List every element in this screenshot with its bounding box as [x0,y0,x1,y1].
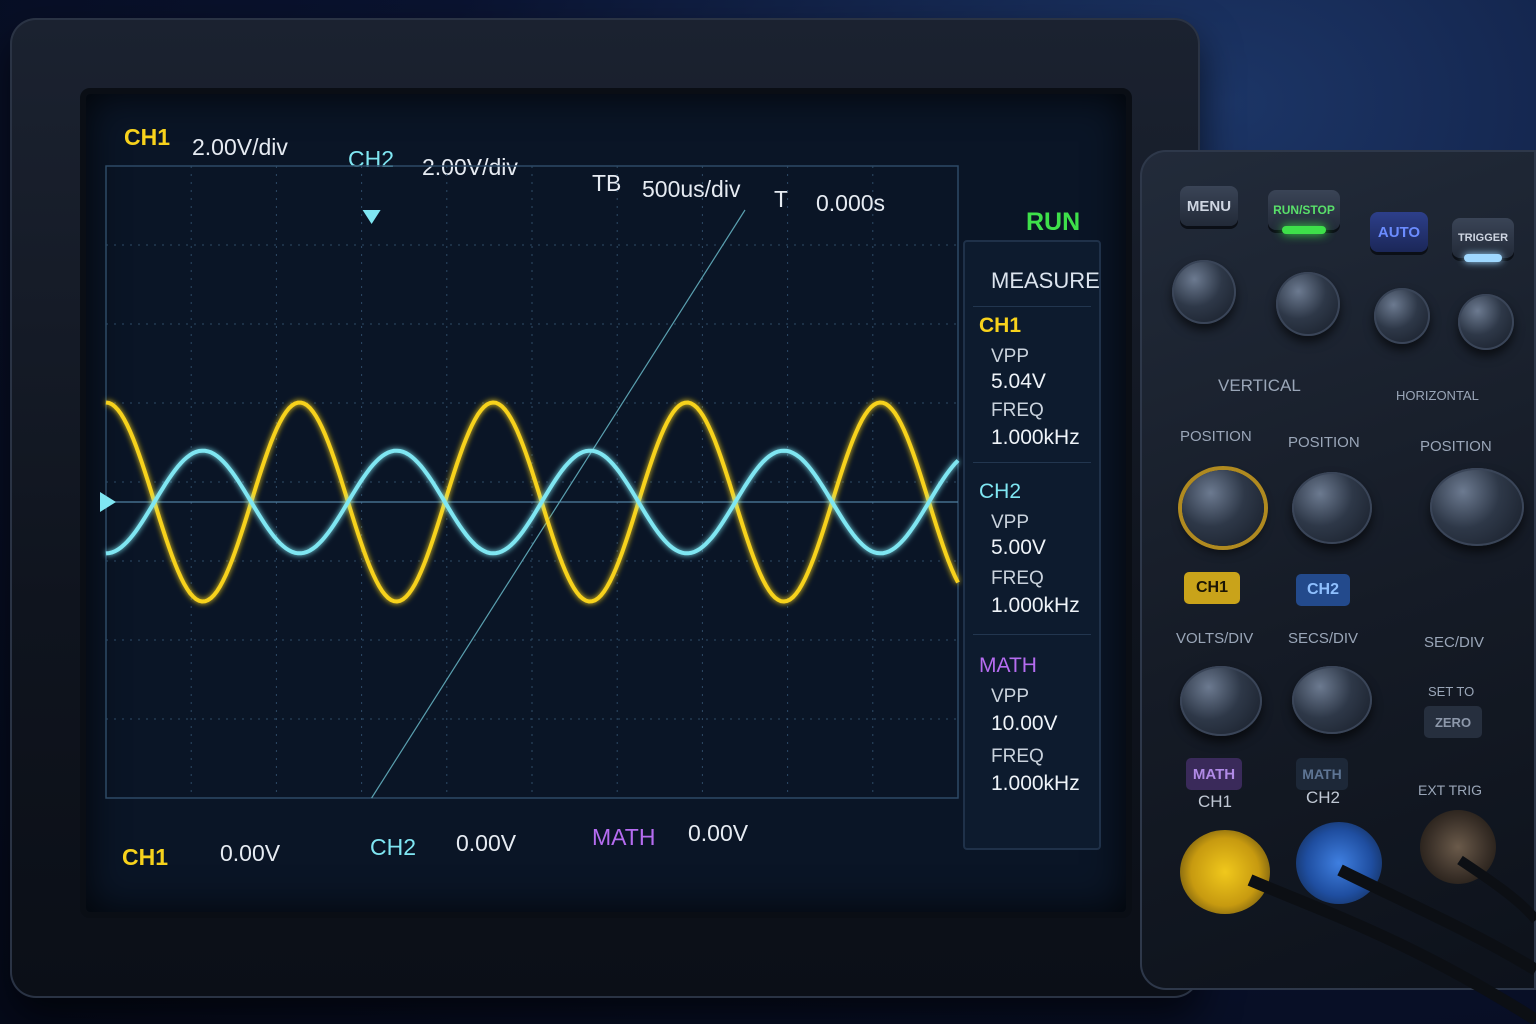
auto-knob[interactable] [1374,288,1430,344]
menu-button[interactable]: MENU [1180,186,1238,226]
set-to-label: SET TO [1428,684,1475,699]
measure-ch1-freq-label: FREQ [991,400,1044,421]
run-status: RUN [1026,208,1081,236]
ch1-position-knob[interactable] [1182,470,1264,546]
horizontal-position-label: POSITION [1420,438,1492,455]
ch1-scale: 2.00V/div [192,134,288,160]
measure-math-freq: 1.000kHz [991,772,1080,795]
math-button[interactable]: MATH [1186,758,1242,790]
measure-ch1-vpp-label: VPP [991,346,1030,367]
measure-ch2-name: CH2 [979,480,1022,503]
footer-ch2-offset: 0.00V [456,830,517,856]
measure-title: MEASURE [991,268,1100,293]
volts-div-label: VOLTS/DIV [1176,630,1254,647]
footer-ch2-label: CH2 [370,834,417,860]
run-stop-led [1282,226,1326,234]
run-stop-button[interactable]: RUN/STOP [1268,190,1340,230]
ch2-position-knob[interactable] [1292,472,1372,544]
trigger-knob[interactable] [1458,294,1514,350]
volts-div-knob[interactable] [1180,666,1262,736]
ch1-select-button[interactable]: CH1 [1184,572,1240,604]
set-to-zero-button[interactable]: ZERO [1424,706,1482,738]
run-knob[interactable] [1276,272,1340,336]
measure-ch2-vpp: 5.00V [991,536,1046,559]
footer-math-label: MATH [592,824,656,850]
footer-ch1-label: CH1 [122,844,169,870]
measure-divider [973,634,1091,635]
ch2-input-label: CH2 [1306,788,1341,807]
ext-trig-label: EXT TRIG [1418,782,1483,798]
measure-ch2-freq: 1.000kHz [991,594,1080,617]
ch2-select-button[interactable]: CH2 [1296,574,1350,606]
measure-panel: MEASURE CH1 VPP 5.04V FREQ 1.000kHz CH2 … [963,240,1101,850]
measure-ch1-freq: 1.000kHz [991,426,1080,449]
measure-divider [973,306,1091,307]
ch1-ground-marker [100,492,116,512]
measure-math-name: MATH [979,654,1037,677]
trigger-vertical-axis [371,209,746,799]
trigger-led [1464,254,1502,262]
sec-div-label: SEC/DIV [1424,634,1485,651]
ch1-input-label: CH1 [1198,792,1233,811]
auto-button[interactable]: AUTO [1370,212,1428,252]
trigger-position-marker [362,210,381,224]
secs-div-knob[interactable] [1292,666,1372,734]
measure-divider [973,462,1091,463]
ch1-position-label: POSITION [1180,428,1252,445]
probe-cables [1247,855,1536,1024]
footer-math-offset: 0.00V [688,820,749,846]
menu-knob[interactable] [1172,260,1236,324]
ch2-secs-div-label: SECS/DIV [1288,630,1359,647]
ch2-position-label: POSITION [1288,434,1360,451]
math2-button[interactable]: MATH [1296,758,1348,790]
measure-ch2-freq-label: FREQ [991,568,1044,589]
trigger-button[interactable]: TRIGGER [1452,218,1514,258]
measure-math-vpp: 10.00V [991,712,1058,735]
vertical-section-label: VERTICAL [1218,376,1301,395]
measure-math-freq-label: FREQ [991,746,1044,767]
measure-math-vpp-label: VPP [991,686,1030,707]
waveform-graticule [100,165,960,799]
measure-ch1-name: CH1 [979,314,1022,337]
horizontal-section-label: HORIZONTAL [1396,388,1479,403]
footer-ch1-offset: 0.00V [220,840,281,866]
measure-ch2-vpp-label: VPP [991,512,1030,533]
measure-ch1-vpp: 5.04V [991,370,1046,393]
horizontal-position-knob[interactable] [1430,468,1524,546]
ch1-header-label: CH1 [124,124,171,150]
